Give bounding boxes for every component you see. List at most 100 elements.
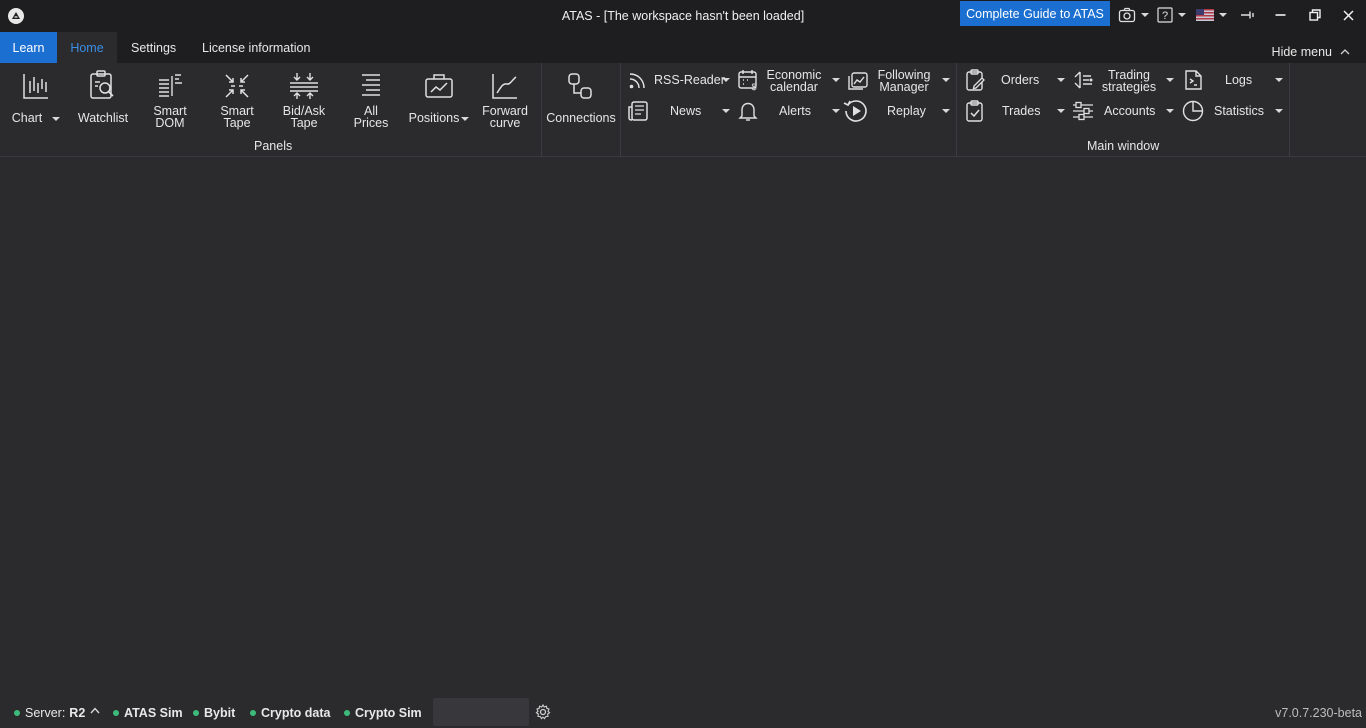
ribbon-divider — [956, 63, 957, 156]
connection-status-crypto-data[interactable]: Crypto data — [250, 706, 330, 720]
chart-icon — [20, 67, 52, 101]
ribbon-divider — [620, 63, 621, 156]
logs-label: Logs — [1225, 73, 1253, 87]
connections-button[interactable]: Connections — [546, 67, 616, 124]
watchlist-button[interactable]: Watchlist — [78, 67, 128, 124]
forward-curve-label: Forward curve — [482, 104, 528, 130]
trades-icon — [966, 100, 983, 122]
positions-button[interactable]: Positions — [408, 67, 470, 124]
replay-button[interactable]: Replay — [842, 98, 952, 124]
tab-home[interactable]: Home — [57, 32, 117, 63]
statistics-label: Statistics — [1214, 104, 1265, 118]
help-icon: ? — [1157, 7, 1173, 23]
chevron-down-icon — [1178, 13, 1186, 17]
connections-label: Connections — [546, 111, 616, 125]
connection-status-bybit[interactable]: Bybit — [193, 706, 235, 720]
connection-name: Crypto Sim — [355, 706, 422, 720]
pin-button[interactable] — [1240, 5, 1254, 25]
statistics-button[interactable]: Statistics — [1181, 98, 1287, 124]
smart-dom-icon — [154, 67, 186, 101]
ribbon-divider — [541, 63, 542, 156]
rss-icon — [629, 73, 645, 89]
language-button[interactable] — [1196, 5, 1227, 25]
restore-button[interactable] — [1309, 5, 1321, 25]
status-settings-button[interactable] — [535, 704, 551, 720]
us-flag-icon — [1196, 9, 1214, 21]
server-label: Server: — [25, 706, 66, 720]
bid-ask-tape-icon — [288, 67, 320, 101]
orders-icon — [966, 69, 985, 91]
connections-icon — [565, 67, 597, 101]
forward-curve-button[interactable]: Forward curve — [480, 67, 530, 129]
hide-menu-button[interactable]: Hide menu — [1272, 45, 1350, 59]
all-prices-label: All Prices — [353, 104, 389, 130]
status-dot — [14, 710, 20, 716]
all-prices-button[interactable]: All Prices — [347, 67, 395, 129]
logs-icon — [1185, 70, 1202, 90]
version-label: v7.0.7.230-beta — [1275, 706, 1362, 720]
trading-strategies-button[interactable]: Trading strategies — [1071, 67, 1177, 93]
help-button[interactable]: ? — [1157, 5, 1186, 25]
connection-status-atas-sim[interactable]: ATAS Sim — [113, 706, 183, 720]
connection-name: Crypto data — [261, 706, 331, 720]
pin-icon — [1241, 11, 1254, 19]
connection-name: ATAS Sim — [124, 706, 183, 720]
status-dot — [113, 710, 119, 716]
complete-guide-button[interactable]: Complete Guide to ATAS — [960, 1, 1110, 26]
orders-button[interactable]: Orders — [963, 67, 1067, 93]
smart-tape-label: Smart Tape — [220, 104, 254, 130]
rss-reader-label: RSS-Reader — [654, 73, 725, 87]
news-button[interactable]: News — [626, 98, 732, 124]
news-icon — [628, 101, 648, 121]
minimize-button[interactable] — [1275, 5, 1286, 25]
hide-menu-label: Hide menu — [1271, 45, 1332, 59]
smart-dom-button[interactable]: Smart DOM — [146, 67, 194, 129]
trades-label: Trades — [1002, 104, 1041, 118]
status-dot — [250, 710, 256, 716]
economic-calendar-button[interactable]: $ Economic calendar — [736, 67, 842, 93]
trades-button[interactable]: Trades — [963, 98, 1067, 124]
replay-icon — [843, 100, 867, 122]
orders-label: Orders — [1001, 73, 1040, 87]
server-status[interactable]: Server: R2 — [14, 706, 85, 720]
rss-reader-button[interactable]: RSS-Reader — [626, 67, 732, 93]
close-button[interactable] — [1343, 5, 1354, 25]
alerts-button[interactable]: Alerts — [736, 98, 842, 124]
chart-button[interactable]: Chart — [12, 67, 61, 124]
replay-label: Replay — [887, 104, 926, 118]
status-expand-button[interactable] — [90, 707, 100, 714]
positions-label: Positions — [408, 111, 460, 125]
forward-curve-icon — [489, 67, 521, 101]
statistics-icon — [1182, 100, 1204, 122]
bell-icon — [738, 102, 758, 121]
title-bar: ATAS - [The workspace hasn't been loaded… — [0, 0, 1366, 32]
screenshot-button[interactable] — [1118, 5, 1149, 25]
gear-icon — [535, 704, 551, 720]
bid-ask-tape-label: Bid/Ask Tape — [282, 104, 326, 130]
chevron-down-icon — [942, 78, 950, 82]
accounts-label: Accounts — [1104, 104, 1156, 118]
chevron-down-icon — [1219, 13, 1227, 17]
logs-button[interactable]: Logs — [1181, 67, 1287, 93]
following-manager-button[interactable]: Following Manager — [846, 67, 952, 93]
watchlist-label: Watchlist — [77, 111, 129, 125]
smart-tape-button[interactable]: Smart Tape — [212, 67, 262, 129]
tab-license-information[interactable]: License information — [202, 32, 310, 63]
chevron-up-icon — [90, 707, 100, 714]
tab-settings[interactable]: Settings — [131, 32, 176, 63]
chevron-down-icon — [832, 78, 840, 82]
chevron-down-icon — [1057, 78, 1065, 82]
bid-ask-tape-button[interactable]: Bid/Ask Tape — [279, 67, 329, 129]
connection-status-crypto-sim[interactable]: Crypto Sim — [344, 706, 422, 720]
positions-icon — [423, 67, 455, 101]
following-manager-label: Following Manager — [877, 68, 931, 94]
workspace-area — [0, 158, 1366, 698]
restore-icon — [1309, 9, 1321, 21]
chevron-down-icon — [1275, 78, 1283, 82]
following-manager-icon — [848, 72, 868, 90]
chevron-down-icon — [461, 116, 470, 121]
tab-learn[interactable]: Learn — [0, 32, 57, 63]
accounts-button[interactable]: Accounts — [1071, 98, 1177, 124]
chevron-down-icon — [1057, 109, 1065, 113]
chevron-down-icon — [1166, 109, 1174, 113]
